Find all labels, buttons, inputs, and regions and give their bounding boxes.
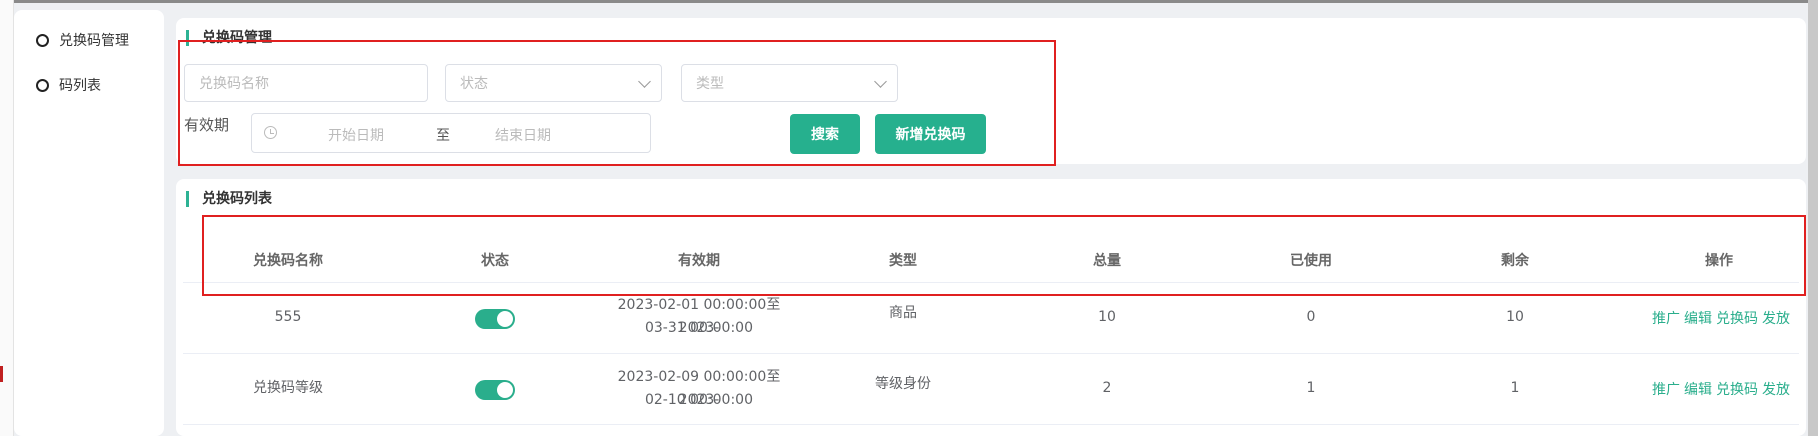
cell-remaining: 10 (1506, 309, 1524, 325)
cell-name: 555 (274, 309, 302, 325)
cell-used: 1 (1306, 380, 1316, 396)
cell-type: 商品 (889, 305, 917, 321)
redeem-codes-link[interactable]: 兑换码 (1716, 311, 1758, 327)
list-panel-title: 兑换码列表 (186, 191, 272, 207)
cell-name: 兑换码等级 (253, 380, 323, 396)
circle-icon (36, 33, 49, 47)
highlight-box-table-header (202, 215, 1806, 296)
row-actions: 推广 编辑 兑换码 发放 (1652, 308, 1794, 328)
status-toggle[interactable] (475, 309, 515, 329)
row-actions: 推广 编辑 兑换码 发放 (1652, 379, 1794, 399)
sidebar-item-redeem-code-management[interactable]: 兑换码管理 (36, 28, 129, 52)
cell-validity-line2: 03-31 00:00:00 (644, 320, 753, 336)
cell-type: 等级身份 (875, 376, 931, 392)
edit-link[interactable]: 编辑 (1684, 382, 1712, 398)
cell-used: 0 (1306, 309, 1316, 325)
cell-remaining: 1 (1510, 380, 1520, 396)
circle-icon (36, 78, 49, 92)
right-scrollbar[interactable] (1808, 0, 1818, 436)
cell-total: 2 (1102, 380, 1112, 396)
row-divider (183, 353, 1799, 354)
highlight-box-search (178, 40, 1056, 166)
edge-marker (0, 366, 3, 382)
cell-total: 10 (1098, 309, 1116, 325)
sidebar: 兑换码管理 码列表 (14, 10, 164, 436)
redeem-codes-link[interactable]: 兑换码 (1716, 382, 1758, 398)
window-top-border (0, 0, 1818, 3)
promote-link[interactable]: 推广 (1652, 311, 1680, 327)
row-divider (183, 424, 1799, 425)
sidebar-item-code-list[interactable]: 码列表 (36, 73, 101, 97)
distribute-link[interactable]: 发放 (1762, 311, 1790, 327)
cell-validity-line2: 02-10 00:00:00 (644, 392, 753, 408)
left-edge-strip (0, 0, 14, 436)
distribute-link[interactable]: 发放 (1762, 382, 1790, 398)
sidebar-item-label: 兑换码管理 (59, 33, 129, 49)
sidebar-item-label: 码列表 (59, 78, 101, 94)
edit-link[interactable]: 编辑 (1684, 311, 1712, 327)
promote-link[interactable]: 推广 (1652, 382, 1680, 398)
status-toggle[interactable] (475, 380, 515, 400)
